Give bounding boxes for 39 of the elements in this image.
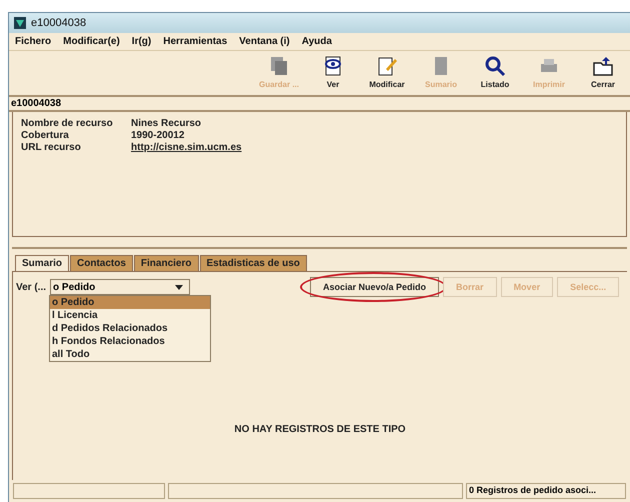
- view-icon: [322, 55, 344, 77]
- menu-item[interactable]: Ir(g): [132, 36, 152, 47]
- menu-item[interactable]: Herramientas: [163, 36, 228, 47]
- menu-item[interactable]: Ventana (i): [239, 36, 290, 47]
- tab[interactable]: Financiero: [134, 255, 198, 271]
- empty-message: NO HAY REGISTROS DE ESTE TIPO: [234, 424, 406, 435]
- dropdown-option[interactable]: all Todo: [50, 348, 210, 361]
- menu-item[interactable]: Fichero: [15, 36, 52, 47]
- view-dropdown[interactable]: o Pedido: [50, 279, 190, 295]
- field-label: URL recurso: [21, 142, 82, 153]
- menu-item[interactable]: Ayuda: [302, 36, 332, 47]
- toolbar-button[interactable]: Ver: [308, 55, 358, 91]
- tab[interactable]: Contactos: [70, 255, 133, 271]
- caret-icon: [175, 284, 184, 290]
- field-label: Cobertura: [21, 130, 70, 141]
- field-value: Nines Recurso: [131, 118, 202, 129]
- menu-item[interactable]: Modificar(e): [63, 36, 120, 47]
- view-label: Ver (...: [16, 282, 46, 292]
- dropdown-option[interactable]: h Fondos Relacionados: [50, 335, 210, 348]
- record-id: e10004038: [9, 97, 630, 112]
- toolbar-button[interactable]: Cerrar: [578, 55, 628, 91]
- tab[interactable]: Estadisticas de uso: [200, 255, 307, 271]
- tab[interactable]: Sumario: [15, 255, 70, 271]
- folder-icon: [592, 55, 614, 77]
- window-title: e10004038: [31, 17, 86, 29]
- toolbar-button[interactable]: Modificar: [362, 55, 412, 91]
- status-message: 0 Registros de pedido asoci...: [466, 483, 626, 499]
- toolbar-button[interactable]: Listado: [470, 55, 520, 91]
- edit-icon: [376, 55, 398, 77]
- search-icon: [484, 55, 506, 77]
- dropdown-option[interactable]: l Licencia: [50, 309, 210, 322]
- dropdown-option[interactable]: o Pedido: [50, 296, 210, 309]
- field-value: 1990-20012: [131, 130, 186, 141]
- copy-icon: [268, 55, 290, 77]
- field-label: Nombre de recurso: [21, 118, 114, 129]
- app-icon: [14, 17, 26, 29]
- action-button[interactable]: Asociar Nuevo/a Pedido: [310, 277, 440, 297]
- dropdown-option[interactable]: d Pedidos Relacionados: [50, 322, 210, 335]
- url-link[interactable]: http://cisne.sim.ucm.es: [131, 142, 618, 153]
